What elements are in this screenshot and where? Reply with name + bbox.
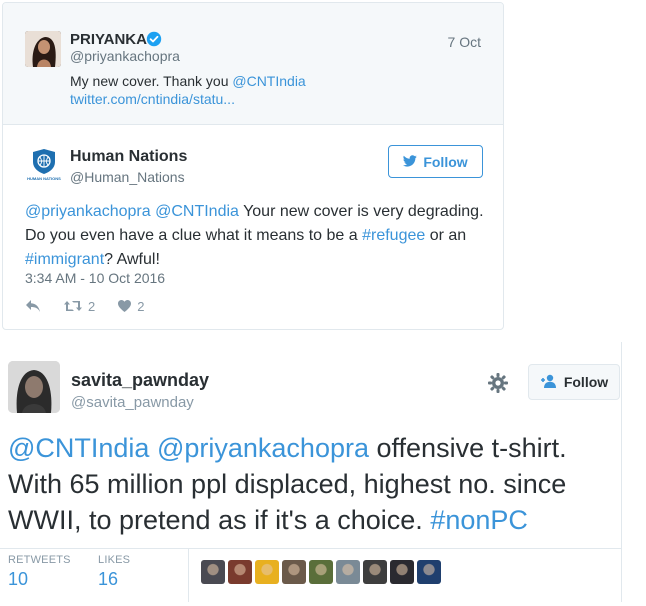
priyanka-avatar[interactable] — [25, 31, 61, 67]
liker-avatar[interactable] — [201, 560, 225, 584]
retweets-stat[interactable]: RETWEETS 10 — [8, 554, 71, 590]
likes-count: 16 — [98, 569, 119, 589]
mention-link[interactable]: @CNTIndia — [232, 73, 305, 89]
stats-divider — [0, 548, 622, 549]
liker-avatar[interactable] — [363, 560, 387, 584]
retweet-action[interactable]: 2 — [63, 299, 95, 314]
liker-avatar[interactable] — [228, 560, 252, 584]
quoted-tweet[interactable]: PRIYANKA @priyankachopra 7 Oct My new co… — [3, 3, 503, 125]
tweet-body: or an — [425, 227, 467, 244]
follow-button[interactable]: Follow — [528, 364, 620, 400]
quoted-author-name[interactable]: PRIYANKA — [70, 31, 147, 48]
likes-label: LIKES — [98, 554, 131, 566]
quoted-tweet-text: My new cover. Thank you @CNTIndia — [70, 71, 306, 91]
reply-author-handle[interactable]: @Human_Nations — [70, 169, 185, 185]
mention-link[interactable]: @CNTIndia — [155, 203, 239, 220]
reply-icon — [25, 299, 41, 313]
hashtag-link[interactable]: #refugee — [362, 227, 425, 244]
embedded-tweet-card: PRIYANKA @priyankachopra 7 Oct My new co… — [2, 2, 504, 330]
author-name[interactable]: savita_pawnday — [71, 370, 209, 391]
like-count: 2 — [137, 298, 145, 314]
author-handle[interactable]: @savita_pawnday — [71, 394, 194, 411]
liker-avatar[interactable] — [309, 560, 333, 584]
twitter-bird-icon — [403, 154, 418, 170]
verified-badge-icon — [146, 31, 162, 47]
likes-stat[interactable]: LIKES 16 — [98, 554, 130, 590]
human-nations-logo[interactable]: HUMAN NATIONS — [25, 148, 63, 184]
tweet-timestamp[interactable]: 3:34 AM - 10 Oct 2016 — [25, 270, 165, 286]
reply-tweet-text: @priyankachopra @CNTIndia Your new cover… — [25, 200, 485, 272]
stats-vertical-divider — [188, 548, 189, 602]
heart-icon — [117, 299, 132, 313]
add-user-icon — [540, 374, 558, 391]
liker-avatar[interactable] — [417, 560, 441, 584]
follow-label: Follow — [423, 153, 468, 170]
retweets-label: RETWEETS — [8, 554, 71, 566]
quoted-author-handle[interactable]: @priyankachopra — [70, 48, 180, 64]
hashtag-link[interactable]: #nonPC — [430, 505, 528, 535]
logo-text: HUMAN NATIONS — [27, 176, 61, 181]
retweet-icon — [63, 299, 83, 313]
like-action[interactable]: 2 — [117, 299, 144, 314]
tweet-body: ? Awful! — [104, 251, 160, 268]
reply-author-name[interactable]: Human Nations — [70, 148, 187, 166]
liker-avatars — [201, 560, 441, 584]
retweet-count: 2 — [88, 298, 96, 314]
hashtag-link[interactable]: #immigrant — [25, 251, 104, 268]
tweet-text: @CNTIndia @priyankachopra offensive t-sh… — [8, 430, 620, 538]
quoted-text-prefix: My new cover. Thank you — [70, 73, 233, 89]
gear-icon[interactable] — [487, 372, 509, 394]
mention-link[interactable]: @priyankachopra — [157, 433, 369, 463]
mention-link[interactable]: @CNTIndia — [8, 433, 149, 463]
quoted-tweet-date[interactable]: 7 Oct — [448, 34, 481, 50]
savita-avatar[interactable] — [8, 361, 60, 413]
retweets-count: 10 — [8, 569, 29, 589]
tweet-actions: 2 2 — [25, 297, 166, 315]
liker-avatar[interactable] — [336, 560, 360, 584]
reply-action[interactable] — [25, 299, 41, 313]
liker-avatar[interactable] — [282, 560, 306, 584]
tweet-card: savita_pawnday @savita_pawnday Follow @C… — [0, 342, 622, 602]
liker-avatar[interactable] — [255, 560, 279, 584]
liker-avatar[interactable] — [390, 560, 414, 584]
follow-label: Follow — [563, 374, 609, 390]
quoted-tweet-url[interactable]: twitter.com/cntindia/statu... — [70, 91, 235, 107]
mention-link[interactable]: @priyankachopra — [25, 203, 151, 220]
follow-button[interactable]: Follow — [388, 145, 483, 178]
